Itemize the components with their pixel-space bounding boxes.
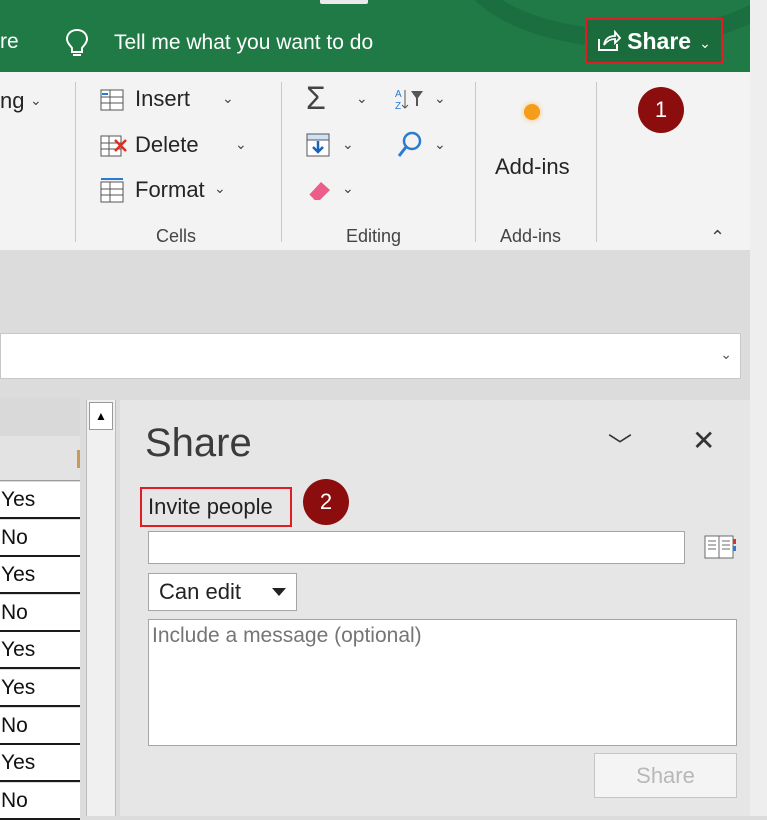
- formula-bar[interactable]: ⌄: [0, 333, 741, 379]
- autosum-icon[interactable]: Σ: [306, 80, 326, 117]
- header-cell[interactable]: [0, 436, 80, 481]
- group-label-addins: Add-ins: [500, 226, 562, 246]
- table-row[interactable]: No: [0, 708, 80, 745]
- callout-badge-1: 1: [638, 87, 684, 133]
- collapse-ribbon-icon[interactable]: ⌃: [710, 227, 725, 248]
- chevron-down-icon[interactable]: ⌄: [222, 90, 234, 107]
- column-header[interactable]: [0, 398, 80, 437]
- table-row[interactable]: No: [0, 595, 80, 632]
- pane-title: Share: [145, 421, 252, 465]
- chevron-down-icon[interactable]: ⌄: [356, 90, 368, 107]
- chevron-down-icon: ⌄: [699, 34, 711, 51]
- delete-button[interactable]: Delete: [135, 132, 199, 158]
- format-cells-icon: [100, 178, 124, 203]
- table-row[interactable]: No: [0, 783, 80, 820]
- find-icon[interactable]: [396, 130, 424, 160]
- group-divider: [281, 82, 282, 242]
- vertical-scrollbar[interactable]: ▲: [86, 400, 116, 816]
- clear-icon[interactable]: [305, 177, 333, 203]
- table-row[interactable]: Yes: [0, 745, 80, 782]
- share-button-label: Share: [627, 27, 692, 54]
- message-input[interactable]: [148, 619, 737, 746]
- share-arrow-icon: [598, 30, 622, 51]
- chevron-down-icon[interactable]: ⌄: [235, 136, 247, 153]
- scroll-up-icon[interactable]: ▲: [89, 402, 113, 430]
- invite-people-input[interactable]: [148, 531, 685, 564]
- dropdown-arrow-icon: [272, 588, 286, 596]
- window-edge: [750, 0, 767, 816]
- chevron-down-icon[interactable]: ⌄: [214, 180, 226, 197]
- chevron-down-icon[interactable]: ⌄: [720, 346, 732, 363]
- table-row[interactable]: Yes: [0, 632, 80, 669]
- invite-people-label: Invite people: [140, 487, 292, 527]
- window-control-fragment: [320, 0, 368, 4]
- table-row[interactable]: No: [0, 520, 80, 557]
- group-divider: [75, 82, 76, 242]
- fill-icon[interactable]: [305, 132, 331, 158]
- chevron-down-icon: ⌄: [30, 92, 42, 108]
- chevron-down-icon[interactable]: ⌄: [342, 136, 354, 153]
- group-divider: [475, 82, 476, 242]
- chevron-down-icon[interactable]: ﹀: [608, 426, 632, 461]
- permission-value: Can edit: [159, 579, 241, 604]
- addins-icon[interactable]: [524, 104, 540, 120]
- filter-marker: [77, 450, 80, 468]
- insert-button[interactable]: Insert: [135, 86, 190, 112]
- callout-badge-2: 2: [303, 479, 349, 525]
- ribbon-tab-partial[interactable]: re: [0, 30, 19, 54]
- lightbulb-icon: [65, 28, 89, 56]
- tell-me-text: Tell me what you want to do: [114, 31, 374, 54]
- tell-me-box[interactable]: Tell me what you want to do: [64, 26, 373, 60]
- insert-cells-icon: [100, 89, 124, 111]
- group-label-cells: Cells: [156, 226, 197, 246]
- group-label-editing: Editing: [346, 226, 402, 246]
- svg-text:A: A: [395, 89, 402, 100]
- chevron-down-icon[interactable]: ⌄: [342, 180, 354, 197]
- address-book-icon[interactable]: [703, 531, 737, 563]
- sort-filter-icon[interactable]: A Z: [393, 86, 427, 112]
- close-icon[interactable]: ✕: [692, 424, 715, 457]
- format-button[interactable]: Format: [135, 177, 205, 203]
- svg-text:Z: Z: [395, 101, 401, 112]
- chevron-down-icon[interactable]: ⌄: [434, 136, 446, 153]
- addins-button[interactable]: Add-ins: [495, 154, 570, 180]
- delete-cells-icon: [100, 135, 127, 157]
- share-button[interactable]: Share ⌄: [585, 18, 723, 64]
- table-row[interactable]: Yes: [0, 482, 80, 519]
- permission-select[interactable]: Can edit: [148, 573, 297, 611]
- group-divider: [596, 82, 597, 242]
- table-row[interactable]: Yes: [0, 670, 80, 707]
- share-submit-button[interactable]: Share: [594, 753, 737, 798]
- ribbon: ng ⌄ Insert ⌄ Delete ⌄ Format ⌄ Cells Σ …: [0, 72, 750, 250]
- table-row[interactable]: Yes: [0, 557, 80, 594]
- chevron-down-icon[interactable]: ⌄: [434, 90, 446, 107]
- ribbon-partial-button[interactable]: ng: [0, 88, 24, 114]
